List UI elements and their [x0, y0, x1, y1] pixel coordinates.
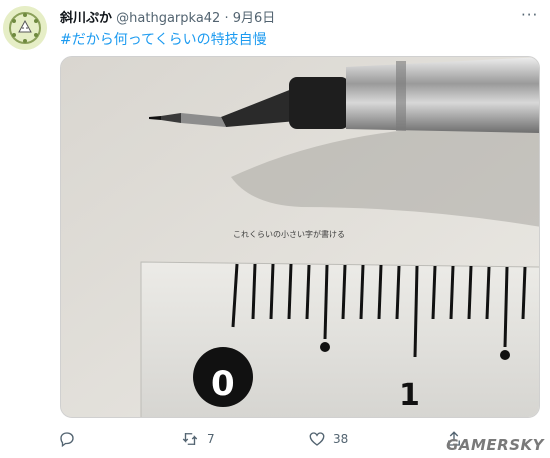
display-name[interactable]: 斜川ぷか	[60, 11, 112, 26]
ruler-label-one: 1	[399, 378, 420, 413]
retweet-icon	[182, 433, 198, 445]
like-button[interactable]: 38	[308, 428, 348, 450]
gamersky-watermark: GAMERSKY	[446, 436, 544, 454]
handle[interactable]: @hathgarpka42	[116, 11, 220, 26]
avatar-image	[3, 6, 47, 50]
avatar[interactable]	[3, 6, 47, 50]
ruler-label-zero: 0	[211, 364, 235, 404]
heart-icon	[309, 432, 325, 446]
retweet-button[interactable]: 7	[180, 428, 215, 450]
retweet-count: 7	[207, 432, 215, 446]
tweet-date[interactable]: 9月6日	[233, 11, 276, 26]
like-count: 38	[333, 432, 349, 446]
reply-icon	[60, 432, 74, 448]
ruler-illustration: 0 1	[140, 261, 539, 417]
tiny-handwriting: これくらいの小さい字が書ける	[233, 229, 345, 239]
more-options-icon[interactable]: ···	[521, 6, 538, 24]
tweet-header: 斜川ぷか @hathgarpka42 · 9月6日	[60, 7, 275, 26]
reply-button[interactable]	[58, 428, 83, 450]
hashtag-link[interactable]: #だから何ってくらいの特技自慢	[60, 29, 267, 49]
tweet-photo[interactable]: これくらいの小さい字が書ける 0 1	[60, 56, 540, 418]
photo-scene: これくらいの小さい字が書ける 0 1	[61, 57, 539, 417]
separator-dot: ·	[220, 11, 233, 26]
